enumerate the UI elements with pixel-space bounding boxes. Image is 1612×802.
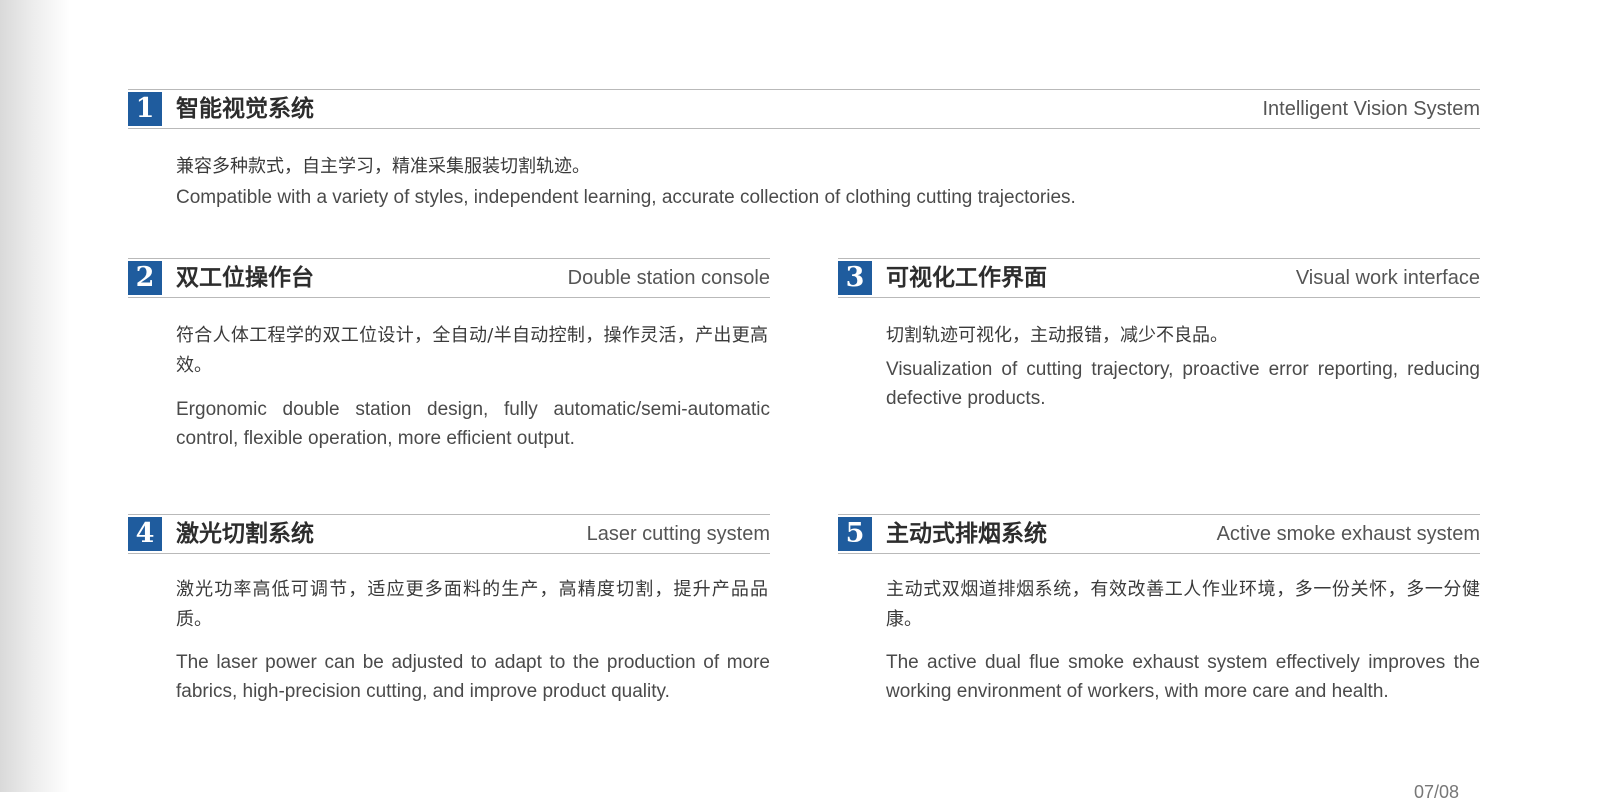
section-laser-cutting: 4 激光切割系统 Laser cutting system 激光功率高低可调节，… bbox=[128, 514, 770, 744]
section-desc-zh: 主动式双烟道排烟系统，有效改善工人作业环境，多一份关怀，多一分健康。 bbox=[886, 579, 1480, 630]
binding-shadow bbox=[0, 0, 70, 792]
section-number-badge: 4 bbox=[128, 517, 162, 551]
section-title-zh: 智能视觉系统 bbox=[176, 96, 314, 122]
section-desc-zh: 兼容多种款式，自主学习，精准采集服装切割轨迹。 bbox=[176, 156, 590, 177]
section-number-badge: 5 bbox=[838, 517, 872, 551]
section-title-en: Intelligent Vision System bbox=[1262, 98, 1480, 120]
section-title-en: Visual work interface bbox=[1295, 267, 1480, 289]
section-smoke-exhaust: 5 主动式排烟系统 Active smoke exhaust system 主动… bbox=[838, 514, 1480, 744]
section-title-zh: 可视化工作界面 bbox=[886, 265, 1047, 291]
section-title-zh: 主动式排烟系统 bbox=[886, 521, 1047, 547]
section-number-badge: 2 bbox=[128, 261, 162, 295]
section-double-station: 2 双工位操作台 Double station console 符合人体工程学的… bbox=[128, 258, 770, 458]
section-header: 3 可视化工作界面 Visual work interface bbox=[838, 258, 1480, 298]
section-number-badge: 1 bbox=[128, 92, 162, 126]
section-header: 5 主动式排烟系统 Active smoke exhaust system bbox=[838, 514, 1480, 554]
section-header: 1 智能视觉系统 Intelligent Vision System bbox=[128, 89, 1480, 129]
section-title-zh: 激光切割系统 bbox=[176, 521, 314, 547]
section-number-badge: 3 bbox=[838, 261, 872, 295]
section-title-en: Active smoke exhaust system bbox=[1216, 523, 1480, 545]
section-title-zh: 双工位操作台 bbox=[176, 265, 314, 291]
section-header: 4 激光切割系统 Laser cutting system bbox=[128, 514, 770, 554]
section-desc-zh: 符合人体工程学的双工位设计，全自动/半自动控制，操作灵活，产出更高效。 bbox=[176, 325, 768, 376]
section-header: 2 双工位操作台 Double station console bbox=[128, 258, 770, 298]
section-desc-en: The active dual flue smoke exhaust syste… bbox=[886, 652, 1480, 702]
page-number: 07/08 bbox=[1414, 782, 1460, 802]
section-desc-zh: 激光功率高低可调节，适应更多面料的生产，高精度切割，提升产品品质。 bbox=[176, 579, 768, 630]
section-intelligent-vision: 1 智能视觉系统 Intelligent Vision System 兼容多种款… bbox=[128, 89, 1480, 219]
section-desc-en: Ergonomic double station design, fully a… bbox=[176, 399, 770, 449]
section-desc-en: Visualization of cutting trajectory, pro… bbox=[886, 359, 1480, 409]
section-desc-en: Compatible with a variety of styles, ind… bbox=[176, 187, 1076, 208]
section-desc-en: The laser power can be adjusted to adapt… bbox=[176, 652, 770, 702]
section-title-en: Laser cutting system bbox=[586, 523, 770, 545]
section-visual-interface: 3 可视化工作界面 Visual work interface 切割轨迹可视化，… bbox=[838, 258, 1480, 418]
section-desc-zh: 切割轨迹可视化，主动报错，减少不良品。 bbox=[886, 325, 1228, 346]
section-title-en: Double station console bbox=[567, 267, 770, 289]
